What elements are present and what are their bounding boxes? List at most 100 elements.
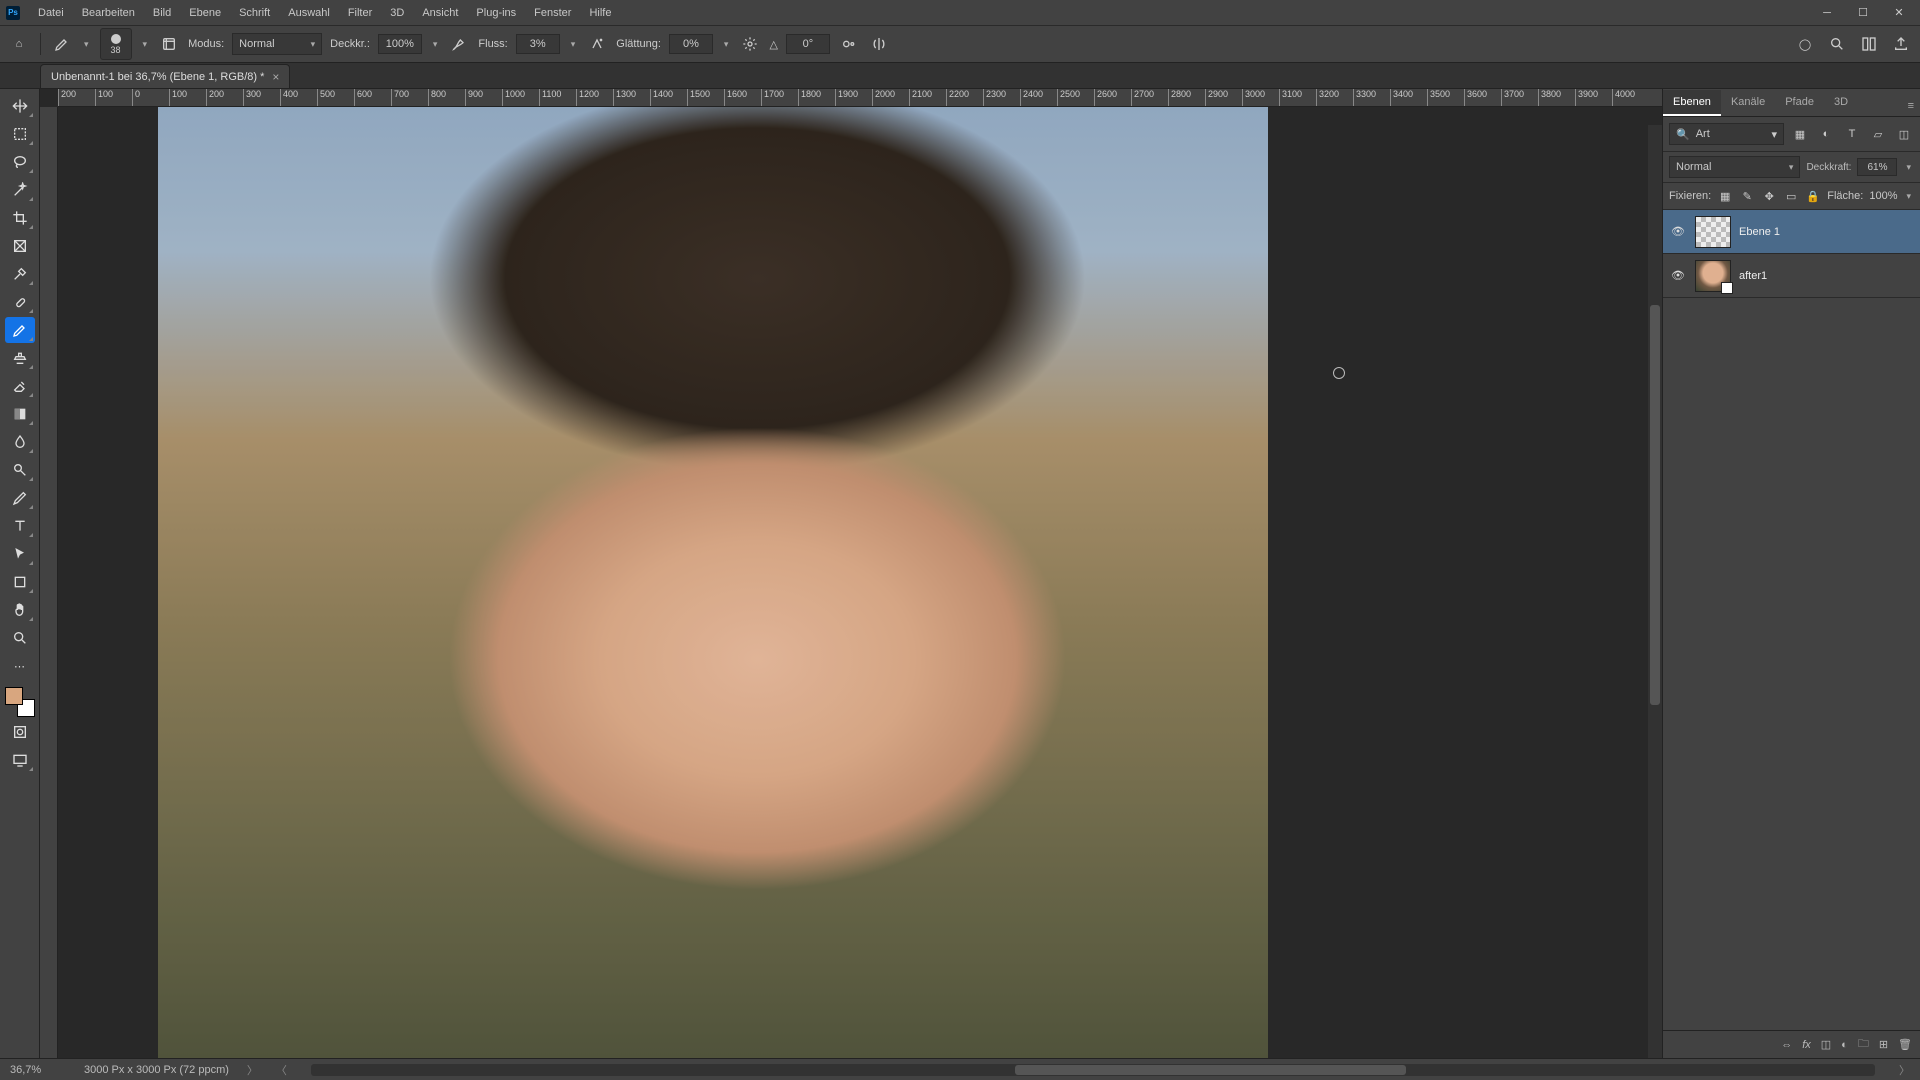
close-tab-icon[interactable]: ×	[272, 70, 279, 84]
menu-datei[interactable]: Datei	[30, 3, 72, 23]
workspace-icon[interactable]	[1858, 33, 1880, 55]
crop-tool[interactable]	[5, 205, 35, 231]
smoothing-input[interactable]: 0%	[669, 34, 713, 54]
new-layer-icon[interactable]: ⊞	[1879, 1038, 1888, 1051]
layer-opacity-input[interactable]: 61%	[1857, 158, 1897, 176]
minimize-button[interactable]: ─	[1812, 3, 1842, 23]
menu-3d[interactable]: 3D	[382, 3, 412, 23]
menu-bild[interactable]: Bild	[145, 3, 179, 23]
foreground-color-swatch[interactable]	[5, 687, 23, 705]
quickmask-icon[interactable]	[5, 719, 35, 745]
panel-menu-icon[interactable]: ≡	[1902, 96, 1920, 116]
layer-fx-icon[interactable]: fx	[1802, 1039, 1811, 1051]
menu-ebene[interactable]: Ebene	[181, 3, 229, 23]
flow-caret[interactable]: ▾	[568, 39, 579, 50]
tab-kanaele[interactable]: Kanäle	[1721, 90, 1775, 116]
zoom-tool[interactable]	[5, 625, 35, 651]
hand-tool[interactable]	[5, 597, 35, 623]
menu-schrift[interactable]: Schrift	[231, 3, 278, 23]
menu-plugins[interactable]: Plug-ins	[468, 3, 524, 23]
filter-pixel-icon[interactable]: ▦	[1790, 124, 1810, 144]
shape-tool[interactable]	[5, 569, 35, 595]
search-icon[interactable]	[1826, 33, 1848, 55]
group-icon[interactable]: 🗀	[1858, 1035, 1869, 1054]
layer-filter-select[interactable]: 🔍 Art ▾	[1669, 123, 1784, 145]
dodge-tool[interactable]	[5, 457, 35, 483]
eyedropper-tool[interactable]	[5, 261, 35, 287]
tool-preset-caret[interactable]: ▾	[81, 39, 92, 50]
opacity-input[interactable]: 100%	[378, 34, 422, 54]
menu-fenster[interactable]: Fenster	[526, 3, 579, 23]
brush-panel-icon[interactable]	[158, 33, 180, 55]
pen-tool[interactable]	[5, 485, 35, 511]
horizontal-ruler[interactable]: 2001000100200300400500600700800900100011…	[58, 89, 1662, 107]
link-layers-icon[interactable]: ⇔	[1781, 1039, 1792, 1051]
maximize-button[interactable]: ☐	[1848, 3, 1878, 23]
visibility-icon[interactable]: 👁	[1669, 269, 1687, 282]
blur-tool[interactable]	[5, 429, 35, 455]
lock-image-icon[interactable]: ✎	[1739, 187, 1755, 205]
zoom-level[interactable]: 36,7%	[10, 1064, 66, 1076]
document-tab[interactable]: Unbenannt-1 bei 36,7% (Ebene 1, RGB/8) *…	[40, 64, 290, 88]
fill-opacity-input[interactable]: 100%	[1869, 190, 1897, 202]
tab-ebenen[interactable]: Ebenen	[1663, 90, 1721, 116]
size-pressure-icon[interactable]	[838, 33, 860, 55]
lasso-tool[interactable]	[5, 149, 35, 175]
tab-3d[interactable]: 3D	[1824, 90, 1858, 116]
symmetry-icon[interactable]	[868, 33, 890, 55]
menu-hilfe[interactable]: Hilfe	[581, 3, 619, 23]
smoothing-options-icon[interactable]	[739, 33, 761, 55]
tab-pfade[interactable]: Pfade	[1775, 90, 1824, 116]
opacity-caret[interactable]: ▾	[430, 39, 441, 50]
filter-adjust-icon[interactable]: ◐	[1816, 124, 1836, 144]
layer-name[interactable]: Ebene 1	[1739, 226, 1780, 238]
layer-name[interactable]: after1	[1739, 270, 1767, 282]
layer-blend-select[interactable]: Normal	[1669, 156, 1800, 178]
add-mask-icon[interactable]: ◫	[1821, 1038, 1831, 1051]
menu-filter[interactable]: Filter	[340, 3, 380, 23]
lock-transparent-icon[interactable]: ▦	[1717, 187, 1733, 205]
home-icon[interactable]: ⌂	[8, 33, 30, 55]
brush-tool[interactable]	[5, 317, 35, 343]
brush-tool-icon[interactable]	[51, 33, 73, 55]
angle-input[interactable]: 0°	[786, 34, 830, 54]
lock-nested-icon[interactable]: ▭	[1783, 187, 1799, 205]
menu-auswahl[interactable]: Auswahl	[280, 3, 338, 23]
vertical-ruler[interactable]	[40, 107, 58, 1058]
layer-row[interactable]: 👁 after1	[1663, 254, 1920, 298]
visibility-icon[interactable]: 👁	[1669, 225, 1687, 238]
fill-opacity-caret[interactable]: ▾	[1903, 191, 1914, 202]
share-icon[interactable]	[1890, 33, 1912, 55]
clone-stamp-tool[interactable]	[5, 345, 35, 371]
canvas[interactable]	[58, 107, 1662, 1058]
layer-opacity-caret[interactable]: ▾	[1903, 162, 1914, 173]
marquee-tool[interactable]	[5, 121, 35, 147]
menu-bearbeiten[interactable]: Bearbeiten	[74, 3, 143, 23]
layer-thumbnail[interactable]	[1695, 216, 1731, 248]
magic-wand-tool[interactable]	[5, 177, 35, 203]
layer-row[interactable]: 👁 Ebene 1	[1663, 210, 1920, 254]
scroll-left-icon[interactable]: 〈	[276, 1062, 287, 1078]
adjustment-layer-icon[interactable]: ◐	[1841, 1039, 1848, 1051]
close-button[interactable]: ✕	[1884, 3, 1914, 23]
move-tool[interactable]	[5, 93, 35, 119]
filter-smart-icon[interactable]: ◫	[1894, 124, 1914, 144]
cloud-icon[interactable]: ◯	[1794, 33, 1816, 55]
doc-info[interactable]: 3000 Px x 3000 Px (72 ppcm)	[84, 1064, 229, 1076]
filter-shape-icon[interactable]: ▱	[1868, 124, 1888, 144]
layer-thumbnail[interactable]	[1695, 260, 1731, 292]
lock-all-icon[interactable]: 🔒	[1805, 187, 1821, 205]
brush-caret[interactable]: ▾	[140, 39, 151, 50]
color-swatches[interactable]	[5, 687, 35, 717]
smoothing-caret[interactable]: ▾	[721, 39, 732, 50]
menu-ansicht[interactable]: Ansicht	[414, 3, 466, 23]
opacity-pressure-icon[interactable]	[448, 33, 470, 55]
gradient-tool[interactable]	[5, 401, 35, 427]
filter-type-icon[interactable]: T	[1842, 124, 1862, 144]
lock-position-icon[interactable]: ✥	[1761, 187, 1777, 205]
flow-input[interactable]: 3%	[516, 34, 560, 54]
edit-toolbar-icon[interactable]: ⋯	[5, 653, 35, 679]
horizontal-scrollbar[interactable]	[311, 1064, 1875, 1076]
eraser-tool[interactable]	[5, 373, 35, 399]
type-tool[interactable]	[5, 513, 35, 539]
